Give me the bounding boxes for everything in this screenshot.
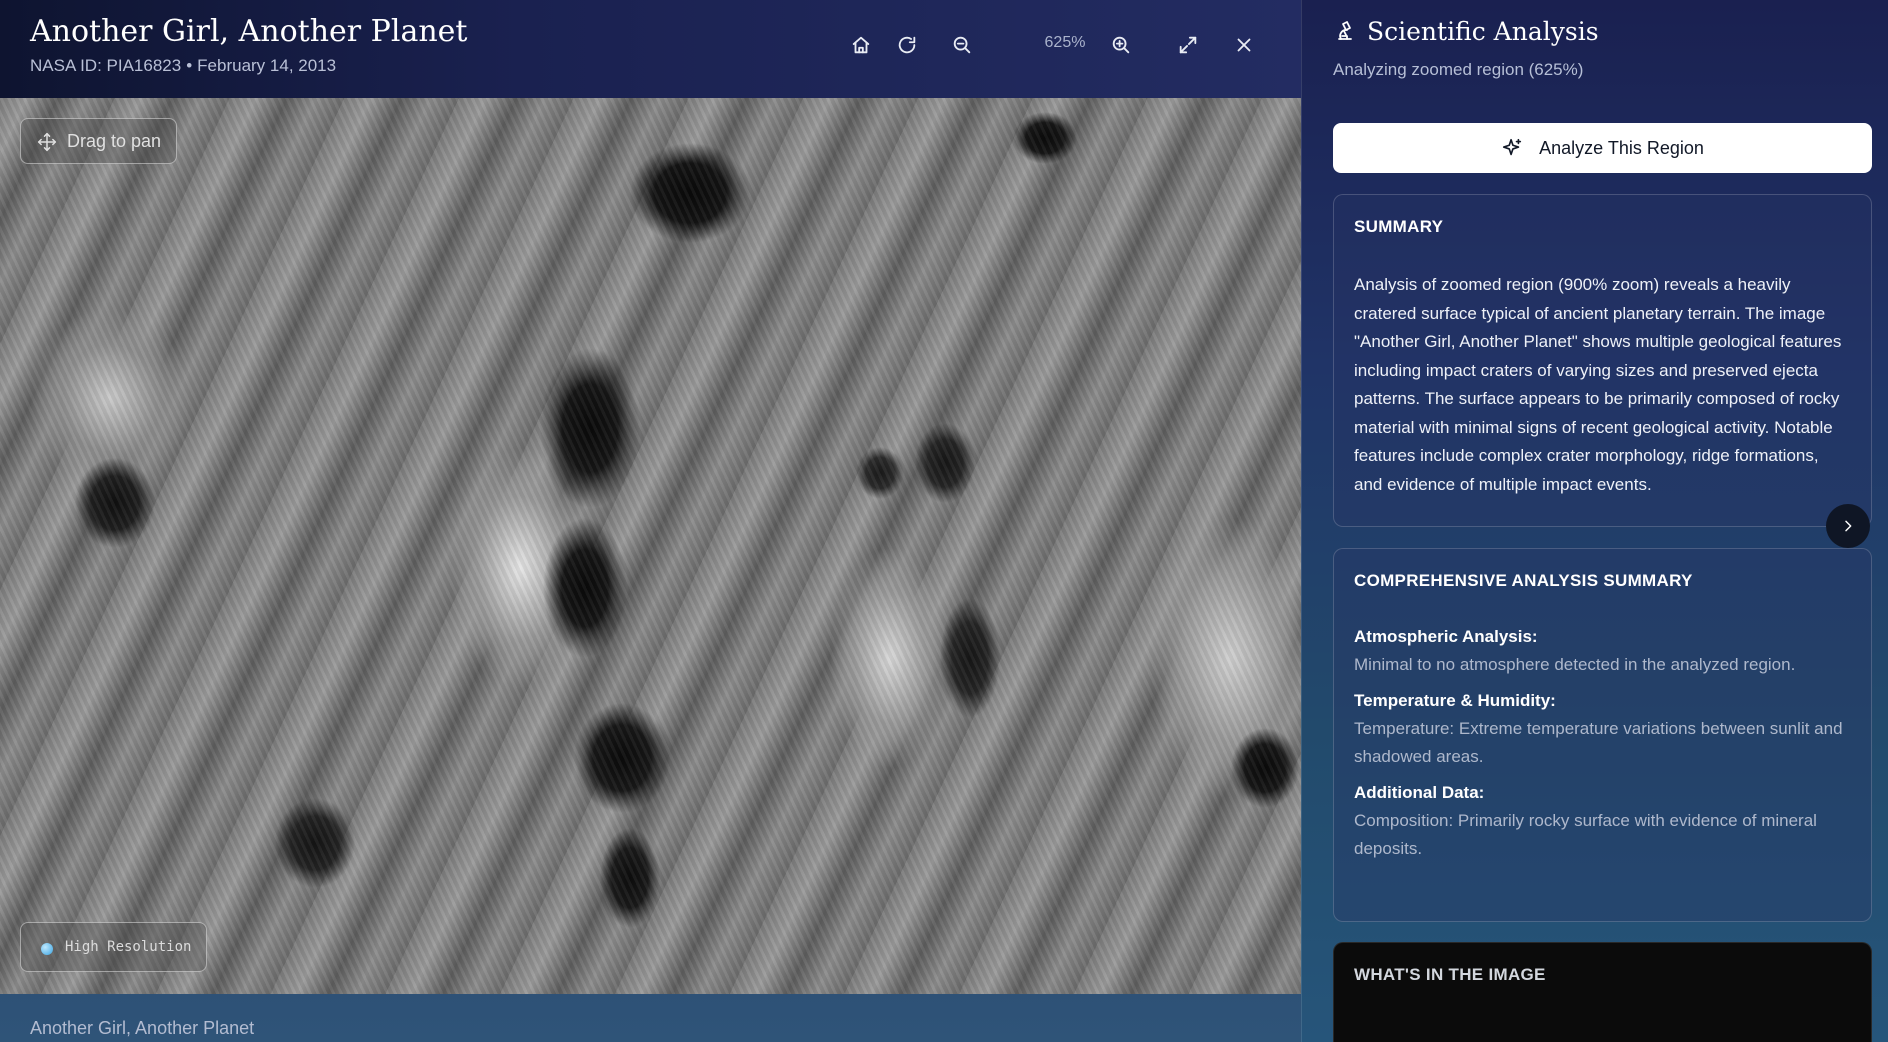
fullscreen-button[interactable] [1167,24,1209,66]
temperature-text: Temperature: Extreme temperature variati… [1354,719,1843,766]
zoom-level: 625% [1044,34,1086,51]
atmospheric-text: Minimal to no atmosphere detected in the… [1354,655,1796,674]
atmospheric-label: Atmospheric Analysis: [1354,627,1538,646]
resolution-dot-icon [41,943,53,955]
resolution-badge: High Resolution [20,922,208,972]
fullscreen-icon [1179,36,1197,54]
home-icon [852,36,870,54]
panel-title: Scientific Analysis [1367,16,1599,46]
whats-in-image-heading: WHAT'S IN THE IMAGE [1354,965,1546,984]
next-button[interactable] [1826,504,1870,548]
viewer-header: Another Girl, Another Planet NASA ID: PI… [0,0,1301,98]
sparkles-icon [1503,138,1522,156]
analyze-region-button[interactable]: Analyze This Region [1333,123,1872,173]
summary-heading: SUMMARY [1354,217,1444,236]
nasa-id: NASA ID: PIA16823 [30,56,182,75]
image-viewer: Another Girl, Another Planet NASA ID: PI… [0,0,1301,1042]
zoom-in-icon [1112,36,1130,54]
close-icon [1237,38,1251,52]
zoomed-image[interactable]: Drag to pan High Resolution [0,98,1301,994]
zoom-in-button[interactable] [1100,24,1142,66]
image-caption: Another Girl, Another Planet [30,1018,255,1038]
move-icon [37,132,57,152]
zoom-out-button[interactable] [941,24,983,66]
resolution-label: High Resolution [65,939,192,955]
home-button[interactable] [840,24,882,66]
panel-subtitle: Analyzing zoomed region (625%) [1333,60,1584,79]
rotate-icon [898,36,916,54]
microscope-icon [1338,21,1352,40]
whats-in-image-card: WHAT'S IN THE IMAGE [1333,942,1872,1042]
additional-text: Composition: Primarily rocky surface wit… [1354,811,1817,858]
comprehensive-heading: COMPREHENSIVE ANALYSIS SUMMARY [1354,571,1693,590]
pan-hint-label: Drag to pan [67,130,162,151]
image-date: February 14, 2013 [197,56,337,75]
additional-label: Additional Data: [1354,783,1485,802]
comprehensive-card: COMPREHENSIVE ANALYSIS SUMMARY Atmospher… [1333,548,1872,922]
panel-header: Scientific Analysis [1333,14,1599,48]
analyze-region-label: Analyze This Region [1539,137,1704,158]
close-button[interactable] [1223,24,1265,66]
pan-hint: Drag to pan [20,118,178,164]
image-title: Another Girl, Another Planet [30,14,468,49]
summary-text: Analysis of zoomed region (900% zoom) re… [1354,275,1842,494]
analysis-panel: Scientific Analysis Analyzing zoomed reg… [1301,0,1888,1042]
rotate-button[interactable] [886,24,928,66]
image-meta: NASA ID: PIA16823 • February 14, 2013 [30,56,336,76]
meta-separator: • [186,56,193,75]
temperature-label: Temperature & Humidity: [1354,691,1556,710]
zoom-out-icon [953,36,971,54]
summary-card: SUMMARY Analysis of zoomed region (900% … [1333,194,1872,527]
chevron-right-icon [1845,520,1852,532]
